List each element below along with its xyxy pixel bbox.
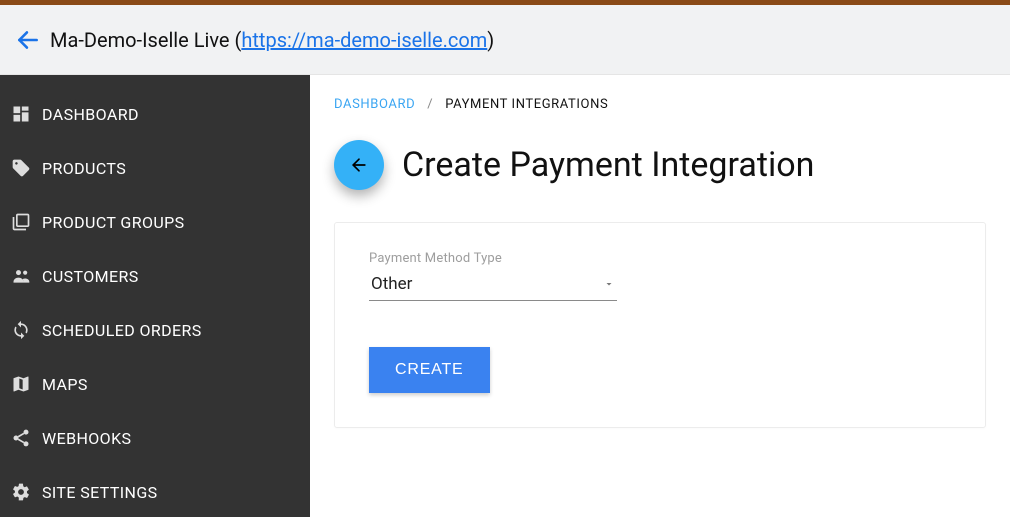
sidebar-item-label: SITE SETTINGS	[42, 483, 158, 502]
payment-method-type-select[interactable]: Other	[369, 270, 617, 301]
page-title-row: Create Payment Integration	[334, 140, 986, 190]
update-icon	[10, 319, 32, 341]
sidebar-item-dashboard[interactable]: DASHBOARD	[0, 87, 310, 141]
breadcrumb-current: PAYMENT INTEGRATIONS	[445, 97, 608, 112]
sidebar-item-label: DASHBOARD	[42, 105, 139, 124]
field-label-payment-method-type: Payment Method Type	[369, 251, 951, 266]
back-button[interactable]	[12, 24, 44, 56]
site-name: Ma-Demo-Iselle Live	[50, 28, 230, 52]
sidebar: DASHBOARD PRODUCTS PRODUCT GROUPS CUSTOM…	[0, 75, 310, 517]
group-icon	[10, 265, 32, 287]
header-title: Ma-Demo-Iselle Live (https://ma-demo-ise…	[50, 28, 494, 52]
sidebar-item-maps[interactable]: MAPS	[0, 357, 310, 411]
page-back-button[interactable]	[334, 140, 384, 190]
main: DASHBOARD / PAYMENT INTEGRATIONS Create …	[310, 75, 1010, 517]
sidebar-item-label: CUSTOMERS	[42, 267, 139, 286]
sidebar-item-label: PRODUCTS	[42, 159, 126, 178]
sidebar-item-label: SCHEDULED ORDERS	[42, 321, 202, 340]
tag-icon	[10, 157, 32, 179]
breadcrumb: DASHBOARD / PAYMENT INTEGRATIONS	[334, 97, 986, 112]
breadcrumb-separator: /	[427, 97, 433, 112]
sidebar-item-label: PRODUCT GROUPS	[42, 213, 185, 232]
map-icon	[10, 373, 32, 395]
dashboard-icon	[10, 103, 32, 125]
share-icon	[10, 427, 32, 449]
create-button[interactable]: CREATE	[369, 347, 490, 393]
sidebar-item-label: WEBHOOKS	[42, 429, 131, 448]
chevron-down-icon	[603, 278, 615, 290]
library-icon	[10, 211, 32, 233]
arrow-back-icon	[15, 27, 41, 53]
sidebar-item-label: MAPS	[42, 375, 88, 394]
sidebar-item-customers[interactable]: CUSTOMERS	[0, 249, 310, 303]
select-value: Other	[371, 274, 412, 294]
sidebar-item-scheduled-orders[interactable]: SCHEDULED ORDERS	[0, 303, 310, 357]
page-title: Create Payment Integration	[402, 145, 814, 185]
sidebar-item-product-groups[interactable]: PRODUCT GROUPS	[0, 195, 310, 249]
gear-icon	[10, 481, 32, 503]
close-paren: )	[487, 28, 494, 52]
arrow-left-icon	[349, 155, 369, 175]
form-card: Payment Method Type Other CREATE	[334, 222, 986, 428]
sidebar-item-site-settings[interactable]: SITE SETTINGS	[0, 465, 310, 517]
site-link[interactable]: https://ma-demo-iselle.com	[241, 28, 487, 52]
sidebar-item-products[interactable]: PRODUCTS	[0, 141, 310, 195]
sidebar-item-webhooks[interactable]: WEBHOOKS	[0, 411, 310, 465]
header: Ma-Demo-Iselle Live (https://ma-demo-ise…	[0, 5, 1010, 75]
breadcrumb-link-dashboard[interactable]: DASHBOARD	[334, 97, 415, 112]
